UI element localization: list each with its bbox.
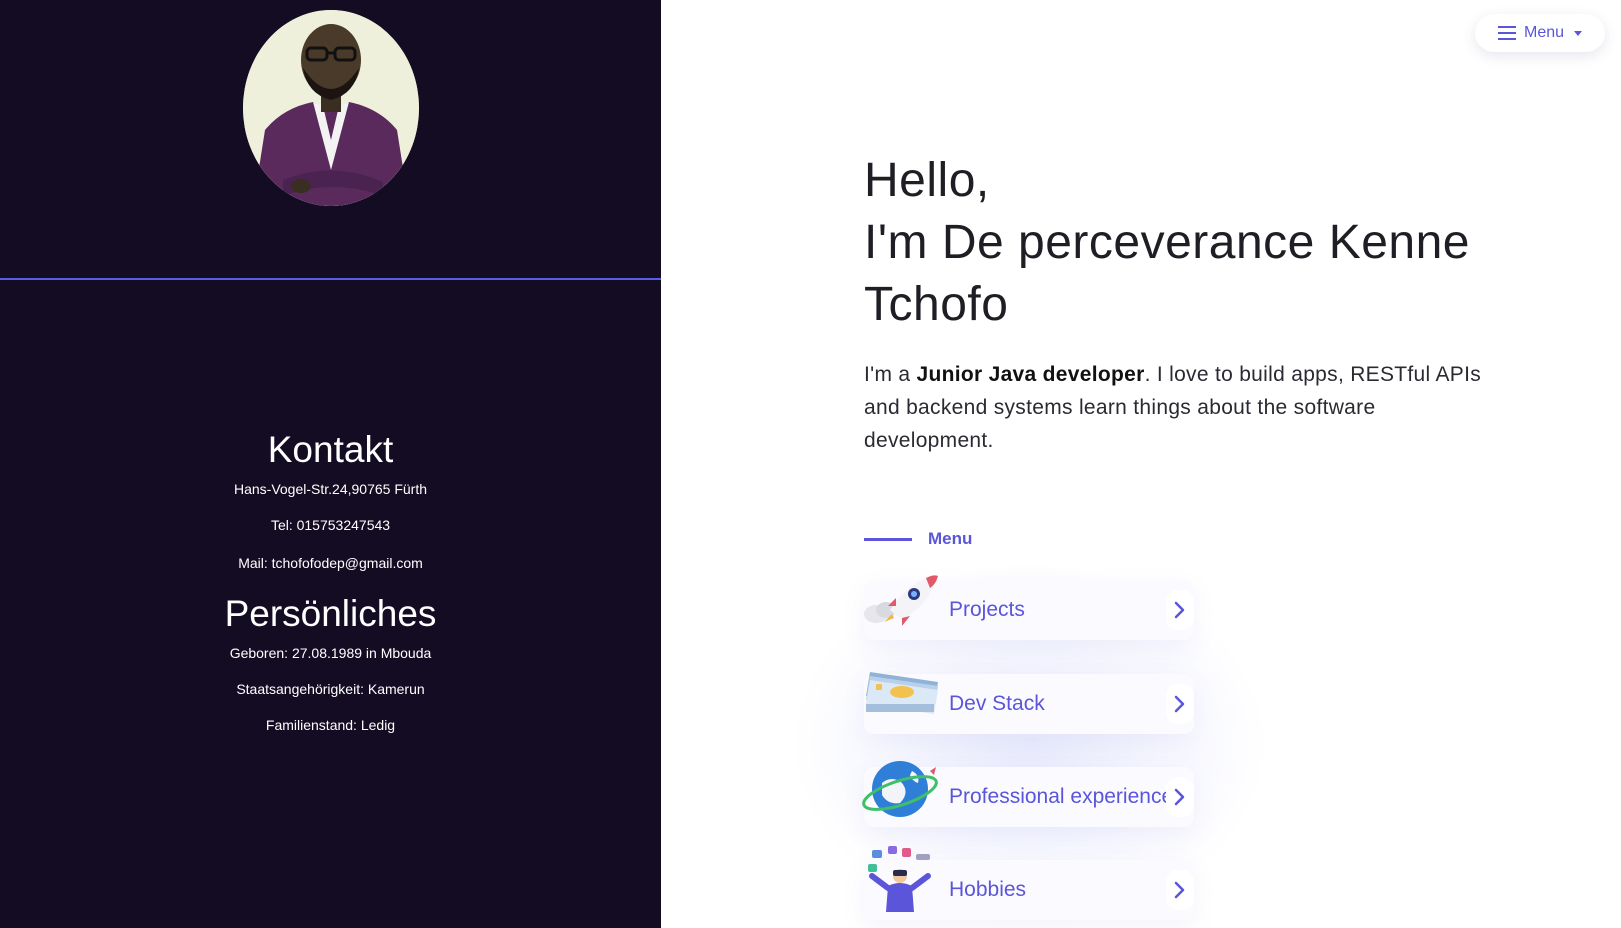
hero-name-line2: Tchofo [864, 278, 1009, 331]
menu-card-label: Dev Stack [949, 692, 1045, 715]
personal-nationality: Staatsangehörigkeit: Kamerun [236, 681, 425, 697]
page: Kontakt Hans-Vogel-Str.24,90765 Fürth Te… [0, 0, 1621, 928]
personal-section: Persönliches Geboren: 27.08.1989 in Mbou… [0, 592, 661, 734]
juggling-person-icon [860, 846, 940, 914]
menu-card-hobbies[interactable]: Hobbies [864, 846, 1194, 920]
hero-section: Hello, I'm De perceverance Kenne Tchofo … [864, 150, 1504, 457]
contact-heading: Kontakt [267, 429, 394, 470]
caret-down-icon [1574, 30, 1583, 36]
hero-title: Hello, I'm De perceverance Kenne Tchofo [864, 150, 1504, 336]
menu-section-label: Menu [864, 529, 972, 549]
hero-greeting: Hello, [864, 154, 990, 207]
menu-card-label: Hobbies [949, 878, 1027, 901]
personal-heading: Persönliches [224, 593, 437, 634]
personal-born: Geboren: 27.08.1989 in Mbouda [229, 645, 432, 661]
menu-button-label: Menu [1523, 24, 1565, 41]
chevron-right-icon[interactable] [1166, 870, 1194, 910]
hero-intro: I'm a Junior Java developer. I love to b… [864, 358, 1504, 457]
sidebar-divider [0, 278, 661, 280]
menu-card-professional-experience[interactable]: Professional experience [862, 761, 1194, 827]
menu-card-label: Projects [949, 598, 1025, 621]
contact-address: Hans-Vogel-Str.24,90765 Fürth [233, 481, 427, 497]
section-label-line [864, 537, 912, 541]
chevron-right-icon[interactable] [1166, 684, 1194, 724]
chevron-right-icon[interactable] [1166, 777, 1194, 817]
avatar [243, 10, 419, 206]
profile-sidebar: Kontakt Hans-Vogel-Str.24,90765 Fürth Te… [0, 0, 661, 928]
menu-card-dev-stack[interactable]: Dev Stack [864, 672, 1194, 734]
profile-photo [243, 10, 419, 206]
contact-section: Kontakt Hans-Vogel-Str.24,90765 Fürth Te… [0, 428, 661, 572]
rocket-icon [860, 566, 940, 634]
contact-phone: Tel: 015753247543 [270, 517, 391, 533]
hamburger-icon [1497, 26, 1516, 40]
menu-card-label: Professional experience [949, 785, 1169, 808]
hero-name-line1: I'm De perceverance Kenne [864, 216, 1470, 269]
section-label-text: Menu [928, 529, 973, 548]
cash-stack-icon [860, 660, 940, 728]
menu-button[interactable]: Menu [1475, 14, 1605, 52]
globe-icon [860, 753, 940, 821]
intro-prefix: I'm a [864, 363, 917, 386]
intro-role: Junior Java developer [916, 363, 1145, 386]
contact-mail: Mail: tchofofodep@gmail.com [238, 555, 423, 571]
menu-card-projects[interactable]: Projects [864, 575, 1194, 640]
chevron-right-icon[interactable] [1166, 590, 1194, 630]
personal-marital: Familienstand: Ledig [265, 717, 396, 733]
